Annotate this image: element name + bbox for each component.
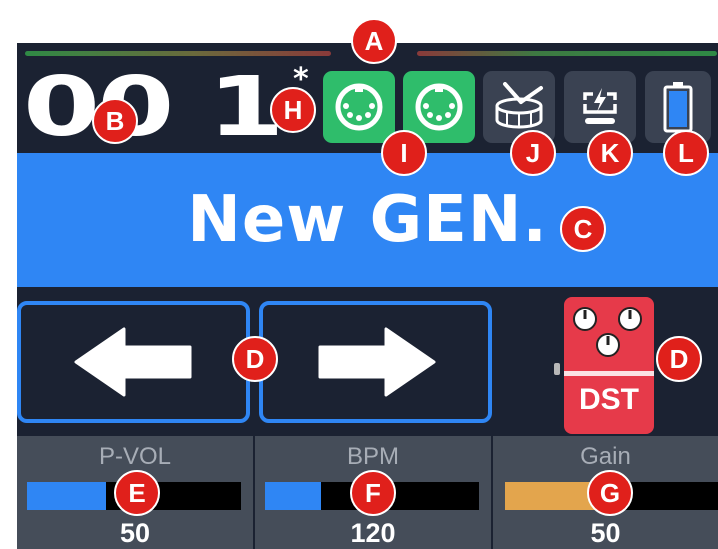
callout-marker: H [270, 87, 316, 133]
param-label: P-VOL [98, 443, 172, 470]
callout-marker: D [656, 336, 702, 382]
previous-patch-button[interactable] [17, 301, 250, 423]
snare-drum-icon [495, 82, 543, 129]
param-value: 50 [590, 518, 621, 548]
param-value: 50 [119, 518, 151, 548]
level-meter-right [417, 51, 717, 56]
callout-marker: C [560, 206, 606, 252]
midi-din-icon [335, 83, 383, 131]
callout-marker: F [350, 470, 396, 516]
callout-marker: A [351, 18, 397, 64]
effect-pedal-dst[interactable]: DST [550, 297, 670, 434]
param-label: Gain [580, 443, 631, 470]
callout-marker: K [587, 130, 633, 176]
param-value: 120 [350, 518, 396, 548]
effect-label: DST [579, 383, 639, 416]
midi-in-indicator [323, 71, 395, 143]
midi-din-icon [415, 83, 463, 131]
patch-number[interactable]: 00 1 [23, 65, 374, 151]
param-slider-fill [265, 482, 321, 510]
param-slider-fill [27, 482, 107, 510]
callout-marker: B [92, 98, 138, 144]
callout-marker: J [510, 130, 556, 176]
patch-name: New GEN. [187, 183, 548, 257]
param-slider-fill [505, 482, 597, 510]
arrow-right-icon [318, 327, 435, 397]
callout-marker: E [114, 470, 160, 516]
distortion-pedal-icon: DST [554, 297, 654, 434]
callout-marker: G [587, 470, 633, 516]
callout-marker: D [232, 336, 278, 382]
callout-marker: L [663, 130, 709, 176]
level-meter-left [25, 51, 331, 56]
next-patch-button[interactable] [259, 301, 492, 423]
param-label: BPM [346, 443, 399, 470]
callout-marker: I [381, 130, 427, 176]
usb-power-icon [583, 88, 617, 124]
battery-icon [663, 82, 693, 133]
arrow-left-icon [74, 327, 191, 397]
